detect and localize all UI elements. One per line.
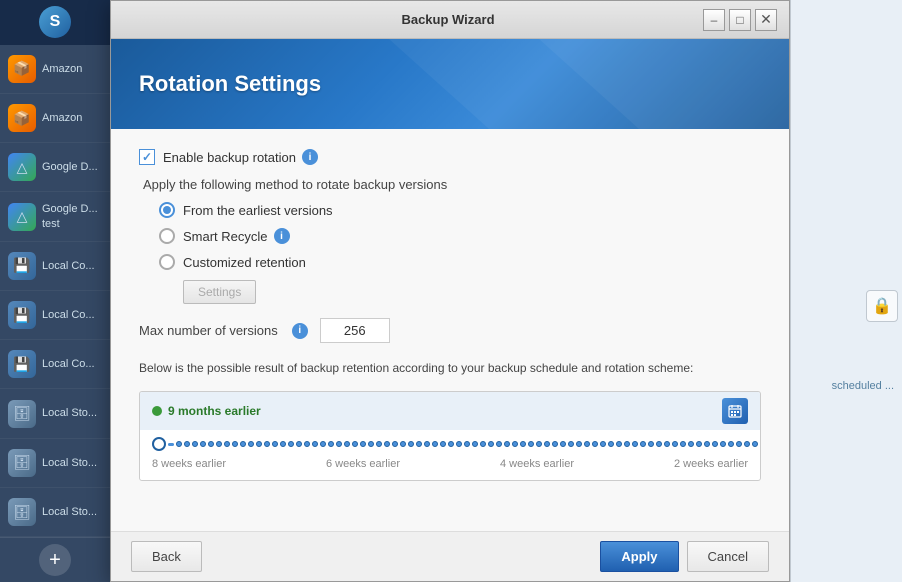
- back-button[interactable]: Back: [131, 541, 202, 572]
- enable-rotation-checkbox[interactable]: [139, 149, 155, 165]
- max-versions-row: Max number of versions i: [139, 318, 761, 343]
- sidebar-item-gdrive2[interactable]: △ Google D... test: [0, 192, 110, 241]
- sidebar-item-label-localsto3: Local Sto...: [42, 505, 97, 519]
- enable-rotation-row: Enable backup rotation i: [139, 149, 761, 165]
- sidebar-bottom: +: [0, 537, 110, 582]
- timeline-dot-small: [176, 441, 182, 447]
- modal-content: Enable backup rotation i Apply the follo…: [111, 129, 789, 531]
- modal-header: Rotation Settings: [111, 39, 789, 129]
- amazon-icon-1: 📦: [8, 55, 36, 83]
- radio-customized-retention[interactable]: [159, 254, 175, 270]
- sidebar-item-localco1[interactable]: 💾 Local Co...: [0, 242, 110, 291]
- timeline-track: 8 weeks earlier 6 weeks earlier 4 weeks …: [140, 430, 760, 480]
- sidebar-item-amazon2[interactable]: 📦 Amazon: [0, 94, 110, 143]
- timeline-chart: 9 months earlier: [139, 391, 761, 481]
- enable-rotation-info-icon[interactable]: i: [302, 149, 318, 165]
- local-icon-1: 💾: [8, 252, 36, 280]
- enable-rotation-label: Enable backup rotation: [163, 150, 296, 165]
- sidebar-item-localsto1[interactable]: 🗄 Local Sto...: [0, 389, 110, 438]
- sidebar-item-label-localco1: Local Co...: [42, 259, 95, 273]
- timeline-time-label-3: 4 weeks earlier: [500, 458, 574, 470]
- titlebar-controls: – □ ✕: [703, 9, 777, 31]
- timeline-start-node: [152, 437, 166, 451]
- radio-from-earliest[interactable]: [159, 202, 175, 218]
- sidebar-item-localsto3[interactable]: 🗄 Local Sto...: [0, 488, 110, 537]
- rotation-method-group: From the earliest versions Smart Recycle…: [139, 202, 761, 304]
- amazon-icon-2: 📦: [8, 104, 36, 132]
- header-title: Rotation Settings: [139, 71, 321, 97]
- footer-right: Apply Cancel: [600, 541, 769, 572]
- max-versions-label: Max number of versions: [139, 323, 278, 338]
- backup-wizard-modal: Backup Wizard – □ ✕ Rotation Settings En…: [110, 0, 790, 582]
- sidebar-item-label-gdrive1: Google D...: [42, 160, 98, 174]
- timeline-label: 9 months earlier: [168, 404, 261, 418]
- smart-recycle-info-icon[interactable]: i: [274, 228, 290, 244]
- local-icon-3: 💾: [8, 350, 36, 378]
- add-button[interactable]: +: [39, 544, 71, 576]
- maximize-button[interactable]: □: [729, 9, 751, 31]
- radio-row-customized: Customized retention: [159, 254, 761, 270]
- apply-button[interactable]: Apply: [600, 541, 678, 572]
- sidebar-item-label-localsto1: Local Sto...: [42, 406, 97, 420]
- cancel-button[interactable]: Cancel: [687, 541, 769, 572]
- lock-icon: 🔒: [866, 290, 898, 322]
- gdrive-icon-1: △: [8, 153, 36, 181]
- sidebar-item-localco2[interactable]: 💾 Local Co...: [0, 291, 110, 340]
- timeline-time-label-1: 8 weeks earlier: [152, 458, 226, 470]
- gdrive-icon-2: △: [8, 203, 36, 231]
- modal-title: Backup Wizard: [193, 12, 703, 27]
- radio-label-smart-recycle: Smart Recycle: [183, 229, 268, 244]
- sidebar-item-label-localsto2: Local Sto...: [42, 456, 97, 470]
- timeline-labels: 8 weeks earlier 6 weeks earlier 4 weeks …: [152, 456, 748, 476]
- local-storage-icon-2: 🗄: [8, 449, 36, 477]
- retention-description: Below is the possible result of backup r…: [139, 359, 761, 377]
- radio-row-earliest: From the earliest versions: [159, 202, 761, 218]
- sidebar-item-localsto2[interactable]: 🗄 Local Sto...: [0, 439, 110, 488]
- method-description: Apply the following method to rotate bac…: [139, 177, 761, 192]
- desktop: S 📦 Amazon 📦 Amazon △ Google D... △ Goog…: [0, 0, 902, 582]
- radio-label-earliest: From the earliest versions: [183, 203, 333, 218]
- sidebar-item-localco3[interactable]: 💾 Local Co...: [0, 340, 110, 389]
- radio-row-smart-recycle: Smart Recycle i: [159, 228, 761, 244]
- sidebar-item-gdrive1[interactable]: △ Google D...: [0, 143, 110, 192]
- right-panel: 🔒 scheduled ...: [790, 0, 902, 582]
- modal-titlebar: Backup Wizard – □ ✕: [111, 1, 789, 39]
- local-storage-icon-3: 🗄: [8, 498, 36, 526]
- sidebar-item-label-localco3: Local Co...: [42, 357, 95, 371]
- timeline-status-dot: [152, 406, 162, 416]
- sidebar-item-amazon1[interactable]: 📦 Amazon: [0, 45, 110, 94]
- timeline-header: 9 months earlier: [140, 392, 760, 430]
- minimize-button[interactable]: –: [703, 9, 725, 31]
- sidebar: S 📦 Amazon 📦 Amazon △ Google D... △ Goog…: [0, 0, 110, 582]
- app-logo: S: [0, 0, 110, 45]
- max-versions-info-icon[interactable]: i: [292, 323, 308, 339]
- logo-icon: S: [39, 6, 71, 38]
- sidebar-item-label-gdrive2: Google D... test: [42, 202, 102, 231]
- local-icon-2: 💾: [8, 301, 36, 329]
- settings-button[interactable]: Settings: [183, 280, 256, 304]
- close-button[interactable]: ✕: [755, 9, 777, 31]
- local-storage-icon-1: 🗄: [8, 400, 36, 428]
- radio-smart-recycle[interactable]: [159, 228, 175, 244]
- max-versions-input[interactable]: [320, 318, 390, 343]
- timeline-time-label-2: 6 weeks earlier: [326, 458, 400, 470]
- modal-footer: Back Apply Cancel: [111, 531, 789, 581]
- footer-left: Back: [131, 541, 202, 572]
- sidebar-item-label-amazon1: Amazon: [42, 62, 82, 76]
- scheduled-text: scheduled ...: [832, 380, 894, 392]
- timeline-time-label-4: 2 weeks earlier: [674, 458, 748, 470]
- radio-label-customized: Customized retention: [183, 255, 306, 270]
- timeline-calendar-button[interactable]: [722, 398, 748, 424]
- timeline-line: [152, 436, 748, 452]
- sidebar-item-label-localco2: Local Co...: [42, 308, 95, 322]
- sidebar-item-label-amazon2: Amazon: [42, 111, 82, 125]
